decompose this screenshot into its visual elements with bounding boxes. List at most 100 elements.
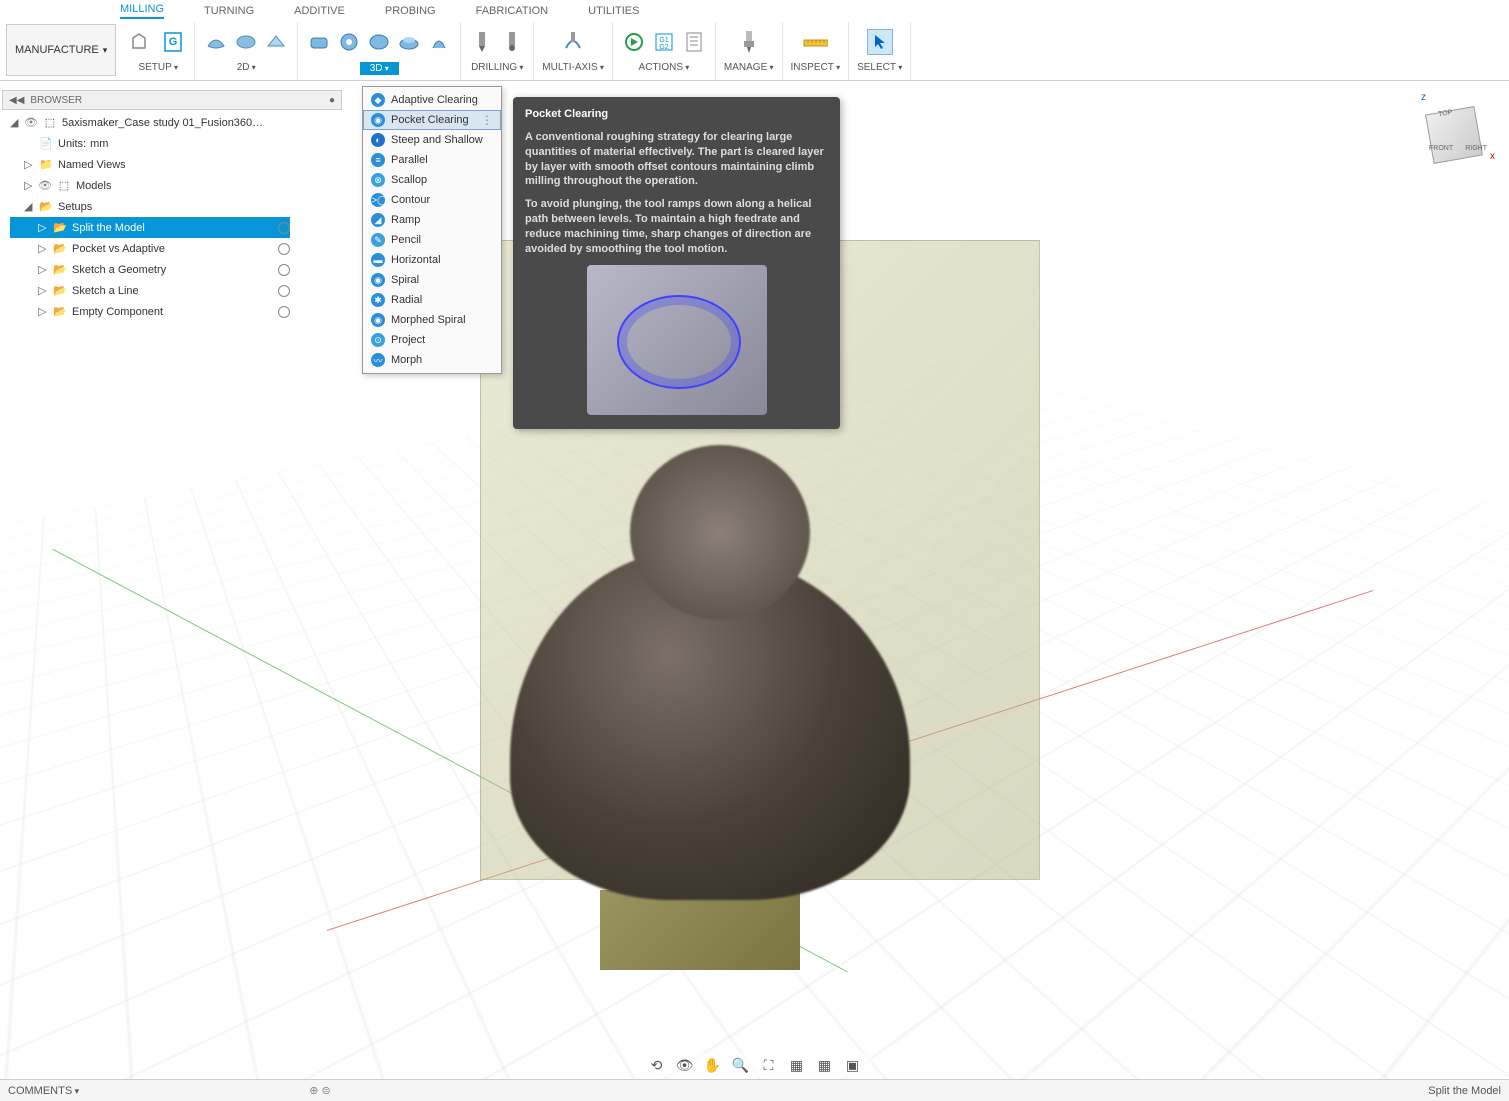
- select-label[interactable]: SELECT: [857, 62, 902, 73]
- group-multiaxis: MULTI-AXIS: [534, 22, 613, 80]
- ncprogram-icon[interactable]: G: [160, 29, 186, 55]
- measure-icon[interactable]: [802, 29, 828, 55]
- menu-horizontal[interactable]: ▬Horizontal: [363, 250, 501, 270]
- multiaxis-label[interactable]: MULTI-AXIS: [542, 62, 604, 73]
- menu-pencil[interactable]: ✎Pencil: [363, 230, 501, 250]
- gcode-icon[interactable]: G1G2: [651, 29, 677, 55]
- visibility-icon[interactable]: 👁: [24, 116, 38, 129]
- expand-icon[interactable]: ◢: [10, 116, 20, 129]
- display-icon[interactable]: ▦: [788, 1056, 806, 1074]
- multiaxis-icon[interactable]: [560, 29, 586, 55]
- tree-setup-item[interactable]: ▷ 📂 Empty Component: [10, 301, 290, 322]
- generate-icon[interactable]: [621, 29, 647, 55]
- tab-turning[interactable]: TURNING: [204, 5, 254, 17]
- status-add-icon[interactable]: ⊕ ⊜: [309, 1084, 331, 1097]
- tree-models[interactable]: ▷ 👁 ⬚ Models: [10, 175, 290, 196]
- expand-icon[interactable]: ▷: [38, 221, 48, 234]
- expand-icon[interactable]: ◢: [24, 200, 34, 213]
- tooltip-title: Pocket Clearing: [525, 107, 828, 122]
- browser-menu-icon[interactable]: ●: [329, 95, 335, 106]
- 2d-label[interactable]: 2D: [237, 62, 256, 73]
- menu-scallop[interactable]: ⊗Scallop: [363, 170, 501, 190]
- menu-morph[interactable]: 〰Morph: [363, 350, 501, 370]
- 2d-icon-3[interactable]: [263, 29, 289, 55]
- expand-icon[interactable]: ▷: [24, 179, 34, 192]
- orbit-icon[interactable]: ⟲: [648, 1056, 666, 1074]
- tab-fabrication[interactable]: FABRICATION: [476, 5, 549, 17]
- viewcube[interactable]: z FRONT RIGHT x: [1419, 100, 1489, 170]
- workspace-switcher[interactable]: MANUFACTURE: [6, 24, 116, 76]
- 2d-icon-2[interactable]: [233, 29, 259, 55]
- viewport-icon[interactable]: ▣: [844, 1056, 862, 1074]
- browser-collapse-icon[interactable]: ◀◀: [9, 95, 24, 106]
- active-setup-radio[interactable]: [278, 243, 290, 255]
- tree-setup-item[interactable]: ▷ 📂 Sketch a Geometry: [10, 259, 290, 280]
- fit-icon[interactable]: ⛶: [760, 1056, 778, 1074]
- viewcube-front[interactable]: FRONT: [1429, 145, 1453, 152]
- manage-label[interactable]: MANAGE: [724, 62, 774, 73]
- folder-icon[interactable]: [130, 29, 156, 55]
- browser-header[interactable]: ◀◀ BROWSER ●: [2, 90, 342, 110]
- tree-setup-item[interactable]: ▷ 📂 Sketch a Line: [10, 280, 290, 301]
- menu-spiral[interactable]: ◉Spiral: [363, 270, 501, 290]
- drill-icon-2[interactable]: [499, 29, 525, 55]
- tree-setup-item[interactable]: ▷ 📂 Split the Model: [10, 217, 290, 238]
- select-icon[interactable]: [867, 29, 893, 55]
- tab-milling[interactable]: MILLING: [120, 3, 164, 19]
- comments-toggle[interactable]: COMMENTS: [8, 1085, 79, 1097]
- tool-library-icon[interactable]: [736, 29, 762, 55]
- 3d-icon-1[interactable]: [306, 29, 332, 55]
- tree-document-root[interactable]: ◢ 👁 ⬚ 5axismaker_Case study 01_Fusion360…: [10, 112, 290, 133]
- 3d-icon-2[interactable]: [336, 29, 362, 55]
- sheet-icon[interactable]: [681, 29, 707, 55]
- tab-utilities[interactable]: UTILITIES: [588, 5, 639, 17]
- expand-icon[interactable]: ▷: [24, 158, 34, 171]
- tree-label: Pocket vs Adaptive: [72, 243, 165, 255]
- 2d-icon-1[interactable]: [203, 29, 229, 55]
- expand-icon[interactable]: ▷: [38, 284, 48, 297]
- active-setup-radio[interactable]: [278, 285, 290, 297]
- active-setup-radio[interactable]: [278, 222, 290, 234]
- visibility-icon[interactable]: 👁: [38, 179, 52, 192]
- menu-adaptive-clearing[interactable]: ◆Adaptive Clearing: [363, 90, 501, 110]
- expand-icon[interactable]: ▷: [38, 305, 48, 318]
- inspect-label[interactable]: INSPECT: [791, 62, 841, 73]
- menu-ramp[interactable]: ◢Ramp: [363, 210, 501, 230]
- drilling-label[interactable]: DRILLING: [471, 62, 523, 73]
- tooltip-preview-image: [587, 265, 767, 415]
- expand-icon[interactable]: ▷: [38, 242, 48, 255]
- menu-steep-shallow[interactable]: ◐Steep and Shallow: [363, 130, 501, 150]
- 3d-icon-4[interactable]: [396, 29, 422, 55]
- pan-icon[interactable]: ✋: [704, 1056, 722, 1074]
- viewcube-cube[interactable]: [1425, 106, 1483, 164]
- menu-pocket-clearing[interactable]: ◉Pocket Clearing⋮: [363, 110, 501, 130]
- expand-icon[interactable]: ▷: [38, 263, 48, 276]
- menu-contour[interactable]: ">◯Contour: [363, 190, 501, 210]
- menu-project[interactable]: ⊙Project: [363, 330, 501, 350]
- drill-icon-1[interactable]: [469, 29, 495, 55]
- actions-label[interactable]: ACTIONS: [639, 62, 690, 73]
- 3d-icon-3[interactable]: [366, 29, 392, 55]
- viewcube-right[interactable]: RIGHT: [1465, 145, 1487, 152]
- look-icon[interactable]: 👁: [676, 1056, 694, 1074]
- zoom-icon[interactable]: 🔍: [732, 1056, 750, 1074]
- tree-setups[interactable]: ◢ 📂 Setups: [10, 196, 290, 217]
- tree-named-views[interactable]: ▷ 📁 Named Views: [10, 154, 290, 175]
- setup-label[interactable]: SETUP: [138, 62, 178, 73]
- menu-parallel[interactable]: ≡Parallel: [363, 150, 501, 170]
- tree-setup-item[interactable]: ▷ 📂 Pocket vs Adaptive: [10, 238, 290, 259]
- active-setup-radio[interactable]: [278, 264, 290, 276]
- active-setup-radio[interactable]: [278, 306, 290, 318]
- more-icon[interactable]: ⋮: [481, 113, 493, 127]
- 3d-icon-5[interactable]: [426, 29, 452, 55]
- menu-morphed-spiral[interactable]: ◉Morphed Spiral: [363, 310, 501, 330]
- menu-radial[interactable]: ✱Radial: [363, 290, 501, 310]
- tab-probing[interactable]: PROBING: [385, 5, 436, 17]
- group-2d: 2D: [195, 22, 298, 80]
- tab-additive[interactable]: ADDITIVE: [294, 5, 345, 17]
- grid-icon[interactable]: ▦: [816, 1056, 834, 1074]
- x-axis: [327, 590, 1373, 931]
- 3d-label[interactable]: 3D: [360, 62, 399, 75]
- navigation-toolbar: ⟲ 👁 ✋ 🔍 ⛶ ▦ ▦ ▣: [638, 1053, 872, 1077]
- tree-units[interactable]: 📄 Units: mm: [10, 133, 290, 154]
